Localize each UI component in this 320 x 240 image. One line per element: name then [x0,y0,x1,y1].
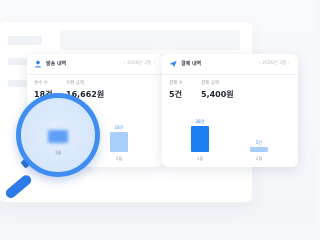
stat-label: 결제 수 [169,81,183,86]
magnified-x-label: 1월 [54,150,62,155]
bar-feb [250,147,268,152]
stat-label: 우편 금액 [66,81,84,86]
magnifier-lens: 6건 1월 [21,98,95,172]
bar-jan [191,126,209,152]
period-label: 2026년 3월 [262,61,287,66]
payment-bar-chart: 28건 1월 5건 2월 [162,109,298,167]
period-navigator[interactable]: ‹ 2026년 3월 › [123,60,155,68]
bar-value-label: 28건 [195,119,205,124]
chevron-left-icon[interactable]: ‹ [258,60,260,68]
placeholder-bar [8,36,42,45]
magnified-bar-label: 6건 [54,122,62,127]
stat-value: 5,400원 [201,90,234,99]
placeholder-bar [8,80,28,87]
magnified-bar [48,130,68,143]
chevron-left-icon[interactable]: ‹ [123,60,125,68]
bar-value-label: 18건 [114,125,124,130]
payment-history-card: 결제 내역 ‹ 2026년 3월 › 결제 수 5건 결제 금액 5,400원 … [162,54,298,167]
chevron-right-icon[interactable]: › [153,60,155,68]
stat-label: 횟수 수 [34,81,48,86]
card-header: 발송 내역 ‹ 2026년 3월 › [27,54,163,75]
page: 발송 내역 ‹ 2026년 3월 › 횟수 수 18건 우편 금액 16,662… [0,0,316,225]
period-label: 2026년 3월 [127,61,152,66]
bar-feb [110,132,128,152]
x-axis-label: 2월 [255,156,263,161]
person-icon [34,60,42,68]
period-navigator[interactable]: ‹ 2026년 3월 › [258,60,290,68]
chevron-right-icon[interactable]: › [288,60,290,68]
stat-value: 5건 [169,90,182,99]
stat-label: 결제 금액 [201,81,219,86]
bar-value-label: 5건 [255,140,263,145]
placeholder-header [60,30,240,50]
card-title: 발송 내역 [46,61,67,67]
x-axis-label: 2월 [115,156,123,161]
magnifier-icon: 6건 1월 [16,93,100,177]
send-icon [169,60,177,68]
card-title: 결제 내역 [181,61,202,67]
x-axis-label: 1월 [196,156,204,161]
card-header: 결제 내역 ‹ 2026년 3월 › [162,54,298,75]
